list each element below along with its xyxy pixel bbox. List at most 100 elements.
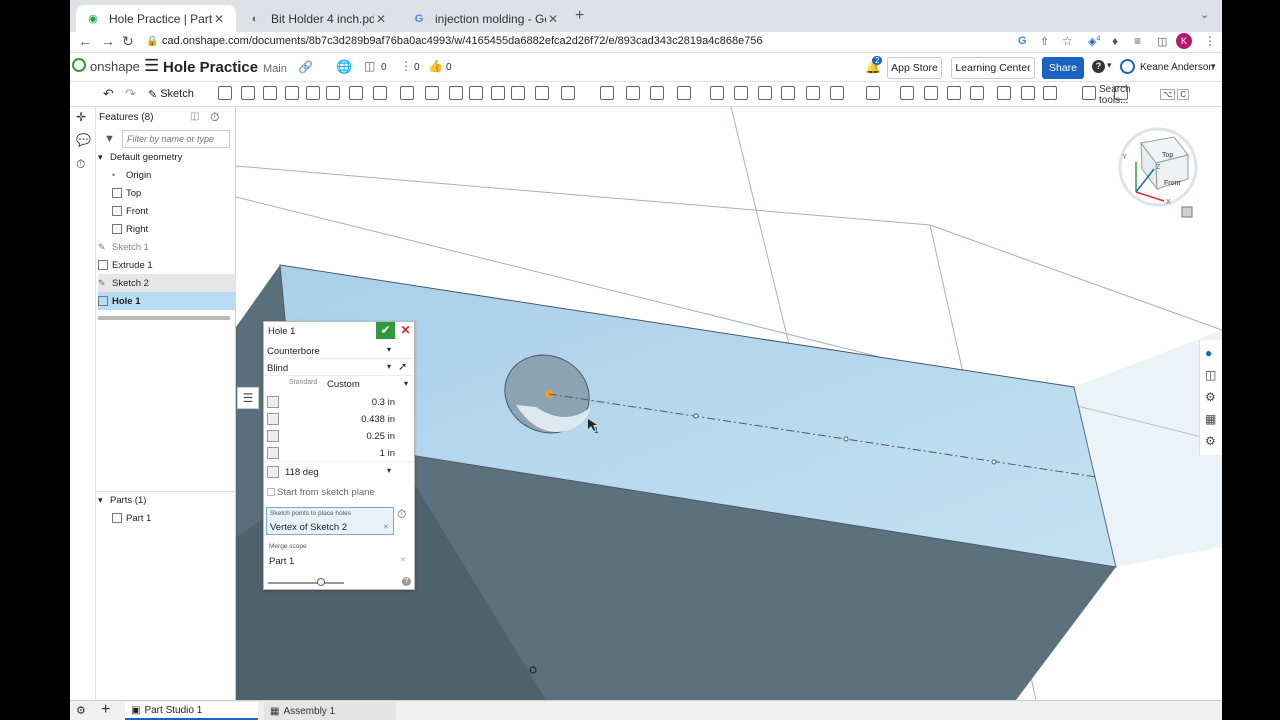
view-cube[interactable]: Top Front Y X Z (1118, 127, 1198, 218)
feature-item-origin[interactable]: • Origin (112, 166, 250, 184)
branches-icon[interactable]: ⋮ (400, 59, 412, 73)
feature-item-sketch-2[interactable]: ✎ Sketch 2 (98, 274, 236, 292)
profile-avatar[interactable]: K (1176, 33, 1192, 49)
tab-list-chevron-icon[interactable]: ⌄ (1200, 8, 1209, 21)
hole-type-select[interactable]: Counterbore ▾ (264, 342, 414, 359)
replace-face-tool-icon[interactable] (710, 86, 724, 100)
configuration-icon[interactable]: ▦ (1205, 412, 1216, 426)
feature-item-front[interactable]: Front (112, 202, 250, 220)
mate-connector-tool-icon[interactable] (781, 86, 795, 100)
view-options-cube-icon[interactable] (1181, 206, 1193, 218)
feature-item-sketch-1[interactable]: ✎ Sketch 1 (98, 238, 236, 256)
linear-pattern-tool-icon[interactable] (469, 86, 483, 100)
standard-row[interactable]: Standard Custom ▾ (264, 377, 414, 393)
rib-tool-icon[interactable] (400, 86, 414, 100)
user-name[interactable]: Keane Anderson (1140, 62, 1214, 73)
bookmark-star-icon[interactable]: ☆ (1062, 34, 1073, 48)
helix-tool-icon[interactable] (806, 86, 820, 100)
frames-tool-icon[interactable] (1043, 86, 1057, 100)
shell-tool-icon[interactable] (425, 86, 439, 100)
part-item[interactable]: Part 1 (112, 509, 250, 527)
dialog-help-icon[interactable]: ? (402, 577, 411, 586)
browser-menu-icon[interactable]: ⋮ (1204, 34, 1216, 48)
render-tool-icon[interactable] (970, 86, 984, 100)
move-face-tool-icon[interactable] (677, 86, 691, 100)
like-thumb-icon[interactable]: 👍 (428, 59, 443, 73)
remove-selection-icon[interactable]: ✕ (383, 523, 389, 531)
redo-icon[interactable]: ↷ (125, 86, 136, 102)
draft-tool-icon[interactable] (373, 86, 387, 100)
media-control-icon[interactable]: ≡ (1134, 34, 1141, 48)
mass-properties-icon[interactable]: ⚙ (1205, 390, 1216, 404)
mirror-tool-icon[interactable] (511, 86, 525, 100)
help-chevron-icon[interactable]: ▾ (1107, 60, 1112, 71)
history-icon[interactable]: ⏱ (76, 157, 85, 172)
sheet-metal-tool-icon[interactable] (830, 86, 844, 100)
revolve-tool-icon[interactable] (241, 86, 255, 100)
plane-tool-icon[interactable] (758, 86, 772, 100)
undo-icon[interactable]: ↶ (103, 86, 114, 102)
onshape-wordmark[interactable]: onshape (90, 59, 140, 74)
rollback-clock-icon[interactable]: ⏱ (210, 110, 219, 125)
default-geometry-group[interactable]: ▾ Default geometry (98, 148, 236, 166)
back-arrow-icon[interactable]: ← (78, 33, 92, 49)
tip-angle-select[interactable]: 118 deg ▾ (264, 463, 414, 481)
counterbore-diameter-field[interactable]: 0.438 in (264, 411, 414, 428)
branch-label[interactable]: Main (263, 63, 287, 75)
mate-connector-icon[interactable]: ✛ (76, 110, 86, 124)
modify-fillet-tool-icon[interactable] (650, 86, 664, 100)
end-type-select[interactable]: Blind ▾ ➚ (264, 359, 414, 376)
remove-selection-icon[interactable]: ✕ (400, 556, 406, 564)
hole-diameter-field[interactable]: 0.3 in (264, 394, 414, 411)
parts-list-icon[interactable]: ◫ (1205, 368, 1216, 382)
hamburger-menu-icon[interactable]: ☰ (144, 56, 159, 76)
sweep-tool-icon[interactable] (263, 86, 277, 100)
close-tab-icon[interactable]: ✕ (212, 12, 226, 26)
user-avatar-icon[interactable] (1120, 59, 1135, 74)
transform-tool-icon[interactable] (600, 86, 614, 100)
learning-center-button[interactable]: Learning Center (951, 57, 1035, 79)
extension-icon[interactable]: ◈4 (1088, 35, 1100, 48)
circular-pattern-tool-icon[interactable] (491, 86, 505, 100)
puzzle-icon[interactable]: ♦ (1112, 34, 1118, 48)
add-tab-button[interactable]: + (101, 701, 110, 719)
variables-icon[interactable]: ⚙ (1205, 434, 1216, 448)
filter-funnel-icon[interactable]: ▼ (104, 133, 115, 145)
offset-surface-tool-icon[interactable] (734, 86, 748, 100)
derived-tool-icon[interactable] (1021, 86, 1035, 100)
sketch-button[interactable]: ✎ Sketch (148, 85, 198, 103)
feature-filter-input[interactable] (122, 130, 230, 148)
tab-part-studio-1[interactable]: ▣ Part Studio 1 (125, 702, 258, 720)
confirm-button[interactable]: ✔ (376, 322, 395, 339)
merge-scope-field[interactable]: Merge scope Part 1 ✕ (266, 541, 411, 567)
feature-item-right[interactable]: Right (112, 220, 250, 238)
new-tab-button[interactable]: + (575, 7, 584, 25)
measure-tool-icon[interactable] (900, 86, 914, 100)
forward-arrow-icon[interactable]: → (101, 33, 115, 49)
side-panel-icon[interactable]: ◫ (1157, 35, 1167, 48)
link-icon[interactable]: 🔗 (298, 60, 313, 74)
sketch-points-selection-box[interactable]: Sketch points to place holes Vertex of S… (266, 507, 394, 535)
browser-tab-hole-practice[interactable]: ◉ Hole Practice | Part Studio 1 ✕ (76, 5, 236, 32)
delete-part-tool-icon[interactable] (626, 86, 640, 100)
add-folder-icon[interactable]: ◫ (190, 111, 199, 122)
section-view-tool-icon[interactable] (924, 86, 938, 100)
public-globe-icon[interactable]: 🌐 (336, 59, 352, 75)
share-page-icon[interactable]: ⇧ (1040, 35, 1049, 48)
comments-icon[interactable]: 💬 (76, 133, 91, 147)
reload-icon[interactable]: ↻ (122, 33, 134, 50)
share-button[interactable]: Share (1042, 57, 1084, 79)
chamfer-tool-icon[interactable] (349, 86, 363, 100)
fillet-tool-icon[interactable] (326, 86, 340, 100)
loft-tool-icon[interactable] (285, 86, 299, 100)
display-style-tool-icon[interactable] (947, 86, 961, 100)
tab-manager-icon[interactable]: ⚙ (76, 704, 86, 717)
counterbore-depth-field[interactable]: 0.25 in (264, 428, 414, 445)
address-bar[interactable]: cad.onshape.com/documents/8b7c3d289b9af7… (162, 35, 763, 47)
new-sketch-tool-icon[interactable] (218, 86, 232, 100)
close-tab-icon[interactable]: ✕ (546, 12, 560, 26)
appearance-icon[interactable]: ● (1205, 346, 1212, 360)
browser-tab-bit-holder[interactable]: ◐ Bit Holder 4 inch.pdf ✕ (238, 5, 398, 32)
google-g-icon[interactable]: G (1018, 35, 1027, 47)
versions-icon[interactable]: ◫ (364, 59, 375, 73)
